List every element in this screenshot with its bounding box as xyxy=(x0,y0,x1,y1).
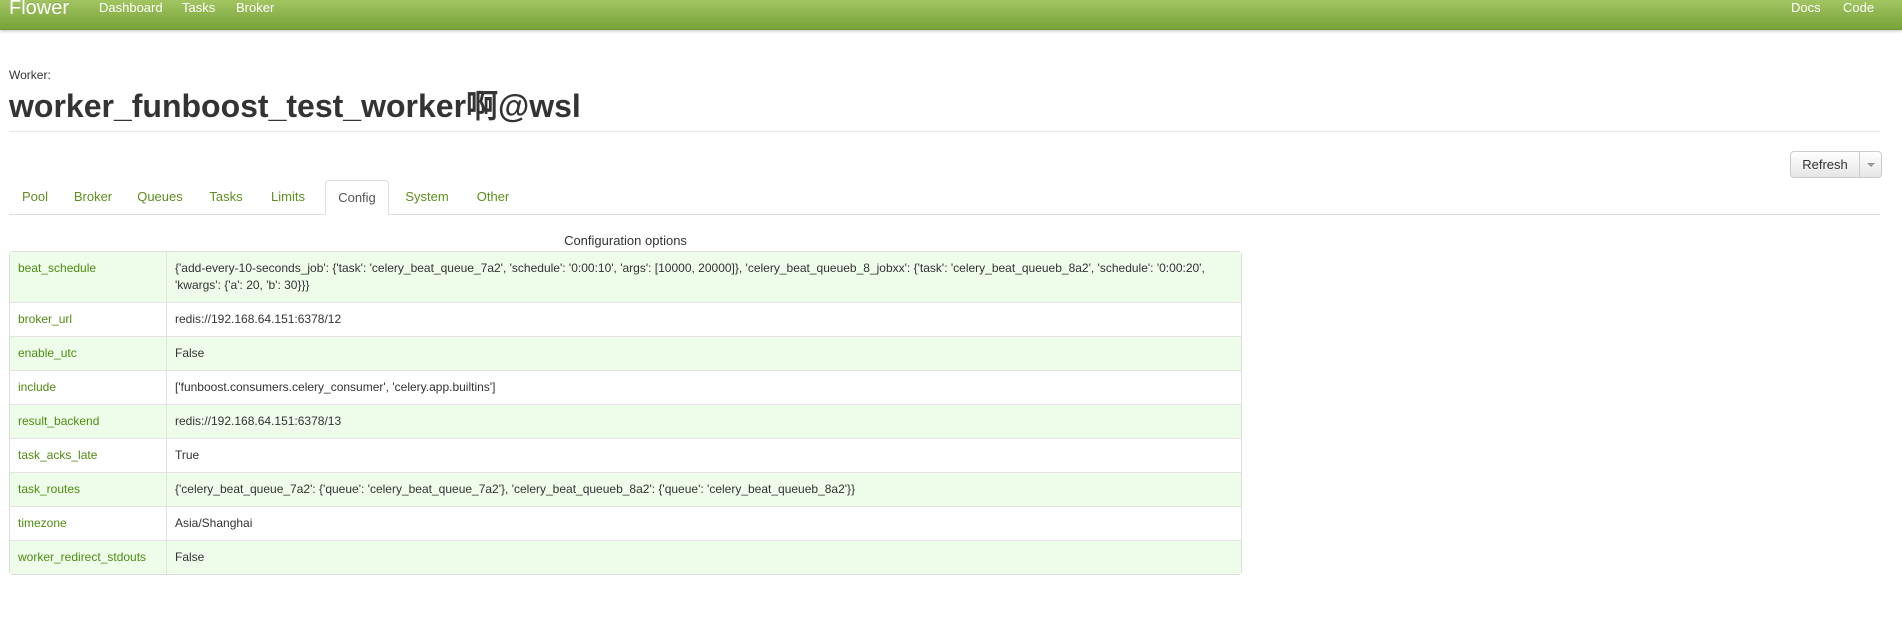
config-table: beat_schedule {'add-every-10-seconds_job… xyxy=(9,251,1242,575)
tab-pool[interactable]: Pool xyxy=(9,180,61,214)
tab-tasks[interactable]: Tasks xyxy=(198,180,254,214)
nav-broker[interactable]: Broker xyxy=(236,0,274,16)
tab-config[interactable]: Config xyxy=(325,180,389,215)
config-value: False xyxy=(167,336,1241,370)
table-row: result_backend redis://192.168.64.151:63… xyxy=(10,404,1241,438)
nav-dashboard[interactable]: Dashboard xyxy=(99,0,163,16)
config-value: Asia/Shanghai xyxy=(167,506,1241,540)
refresh-button[interactable]: Refresh xyxy=(1790,151,1860,178)
nav-docs[interactable]: Docs xyxy=(1791,0,1821,16)
config-key: task_acks_late xyxy=(10,438,167,472)
refresh-dropdown-toggle[interactable] xyxy=(1860,151,1882,178)
config-key: enable_utc xyxy=(10,336,167,370)
table-row: include ['funboost.consumers.celery_cons… xyxy=(10,370,1241,404)
worker-tabs: Pool Broker Queues Tasks Limits Config S… xyxy=(9,180,1880,215)
config-key: result_backend xyxy=(10,404,167,438)
config-value: ['funboost.consumers.celery_consumer', '… xyxy=(167,370,1241,404)
nav-code[interactable]: Code xyxy=(1843,0,1874,16)
config-key: broker_url xyxy=(10,302,167,336)
tab-broker[interactable]: Broker xyxy=(63,180,123,214)
config-value: {'add-every-10-seconds_job': {'task': 'c… xyxy=(167,252,1241,302)
page-header: Worker: worker_funboost_test_worker啊@wsl xyxy=(9,62,1880,132)
table-row: task_routes {'celery_beat_queue_7a2': {'… xyxy=(10,472,1241,506)
tab-queues[interactable]: Queues xyxy=(127,180,193,214)
tab-other[interactable]: Other xyxy=(465,180,521,214)
config-key: worker_redirect_stdouts xyxy=(10,540,167,574)
nav-tasks[interactable]: Tasks xyxy=(182,0,215,16)
table-row: beat_schedule {'add-every-10-seconds_job… xyxy=(10,252,1241,302)
config-key: include xyxy=(10,370,167,404)
worker-label: Worker: xyxy=(9,68,51,82)
config-key: task_routes xyxy=(10,472,167,506)
tab-limits[interactable]: Limits xyxy=(258,180,318,214)
table-row: broker_url redis://192.168.64.151:6378/1… xyxy=(10,302,1241,336)
table-row: task_acks_late True xyxy=(10,438,1241,472)
tab-system[interactable]: System xyxy=(393,180,461,214)
config-value: True xyxy=(167,438,1241,472)
config-value: redis://192.168.64.151:6378/13 xyxy=(167,404,1241,438)
table-row: enable_utc False xyxy=(10,336,1241,370)
top-navbar: Flower Dashboard Tasks Broker Docs Code xyxy=(0,0,1902,30)
table-caption: Configuration options xyxy=(564,233,687,248)
page-title: worker_funboost_test_worker啊@wsl xyxy=(9,88,581,124)
brand-logo[interactable]: Flower xyxy=(9,0,69,18)
caret-down-icon xyxy=(1866,162,1875,167)
config-value: False xyxy=(167,540,1241,574)
config-value: redis://192.168.64.151:6378/12 xyxy=(167,302,1241,336)
config-value: {'celery_beat_queue_7a2': {'queue': 'cel… xyxy=(167,472,1241,506)
config-key: beat_schedule xyxy=(10,252,167,302)
table-row: worker_redirect_stdouts False xyxy=(10,540,1241,574)
config-key: timezone xyxy=(10,506,167,540)
table-row: timezone Asia/Shanghai xyxy=(10,506,1241,540)
refresh-button-group: Refresh xyxy=(1790,151,1882,178)
